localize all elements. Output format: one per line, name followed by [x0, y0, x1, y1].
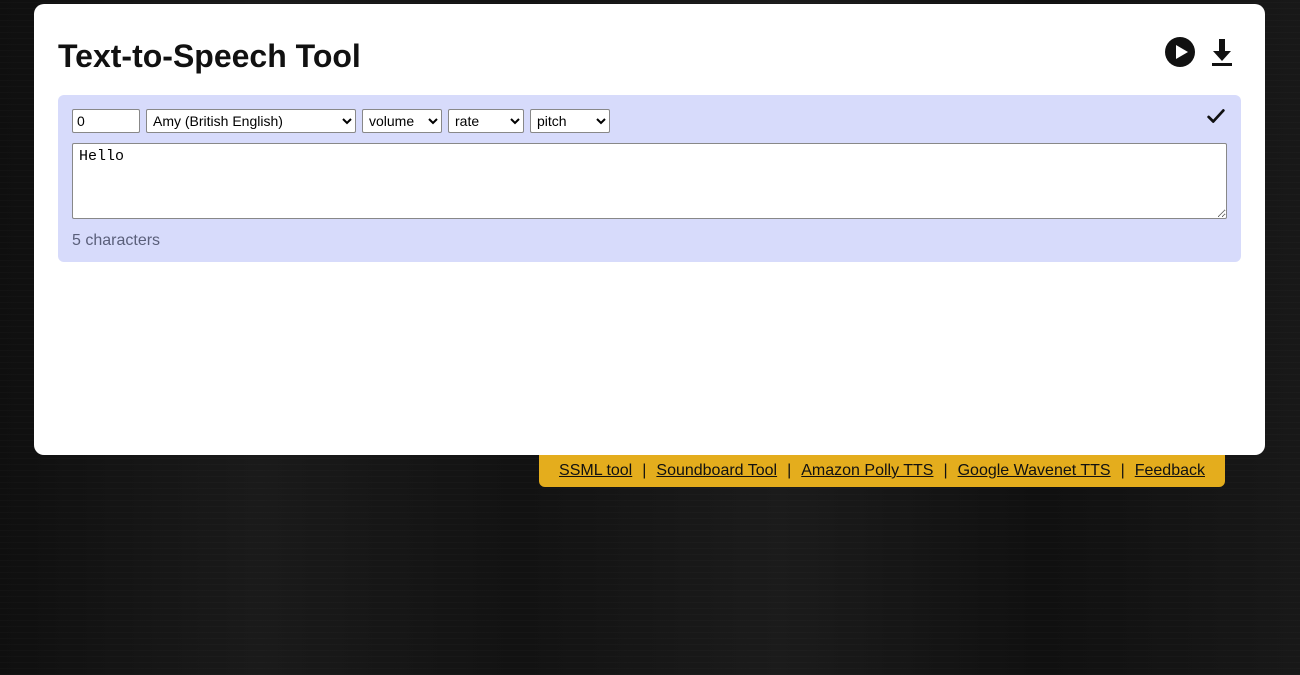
- break-number-input[interactable]: [72, 109, 140, 133]
- download-icon: [1209, 37, 1235, 67]
- main-card: Text-to-Speech Tool Amy (British Eng: [34, 4, 1265, 455]
- pitch-select[interactable]: pitch: [530, 109, 610, 133]
- controls-row: Amy (British English) volume rate pitch: [72, 109, 1227, 133]
- footer-link-soundboard[interactable]: Soundboard Tool: [656, 462, 777, 480]
- card-header: Text-to-Speech Tool: [58, 28, 1241, 75]
- voice-select[interactable]: Amy (British English): [146, 109, 356, 133]
- header-actions: [1165, 37, 1235, 67]
- tts-panel: Amy (British English) volume rate pitch …: [58, 95, 1241, 262]
- character-count: 5 characters: [72, 232, 1227, 250]
- play-button[interactable]: [1165, 37, 1195, 67]
- footer-link-polly[interactable]: Amazon Polly TTS: [801, 462, 933, 480]
- volume-select[interactable]: volume: [362, 109, 442, 133]
- confirm-button[interactable]: [1205, 105, 1227, 132]
- page-title: Text-to-Speech Tool: [58, 38, 361, 75]
- footer-separator: |: [787, 462, 791, 480]
- tts-text-input[interactable]: [72, 143, 1227, 219]
- footer-separator: |: [943, 462, 947, 480]
- footer-bar: SSML tool | Soundboard Tool | Amazon Pol…: [539, 455, 1225, 487]
- download-button[interactable]: [1209, 37, 1235, 67]
- footer-separator: |: [642, 462, 646, 480]
- footer-separator: |: [1121, 462, 1125, 480]
- check-icon: [1205, 105, 1227, 127]
- play-icon: [1165, 37, 1195, 67]
- rate-select[interactable]: rate: [448, 109, 524, 133]
- footer-link-wavenet[interactable]: Google Wavenet TTS: [958, 462, 1111, 480]
- footer-link-feedback[interactable]: Feedback: [1135, 462, 1205, 480]
- footer-link-ssml[interactable]: SSML tool: [559, 462, 632, 480]
